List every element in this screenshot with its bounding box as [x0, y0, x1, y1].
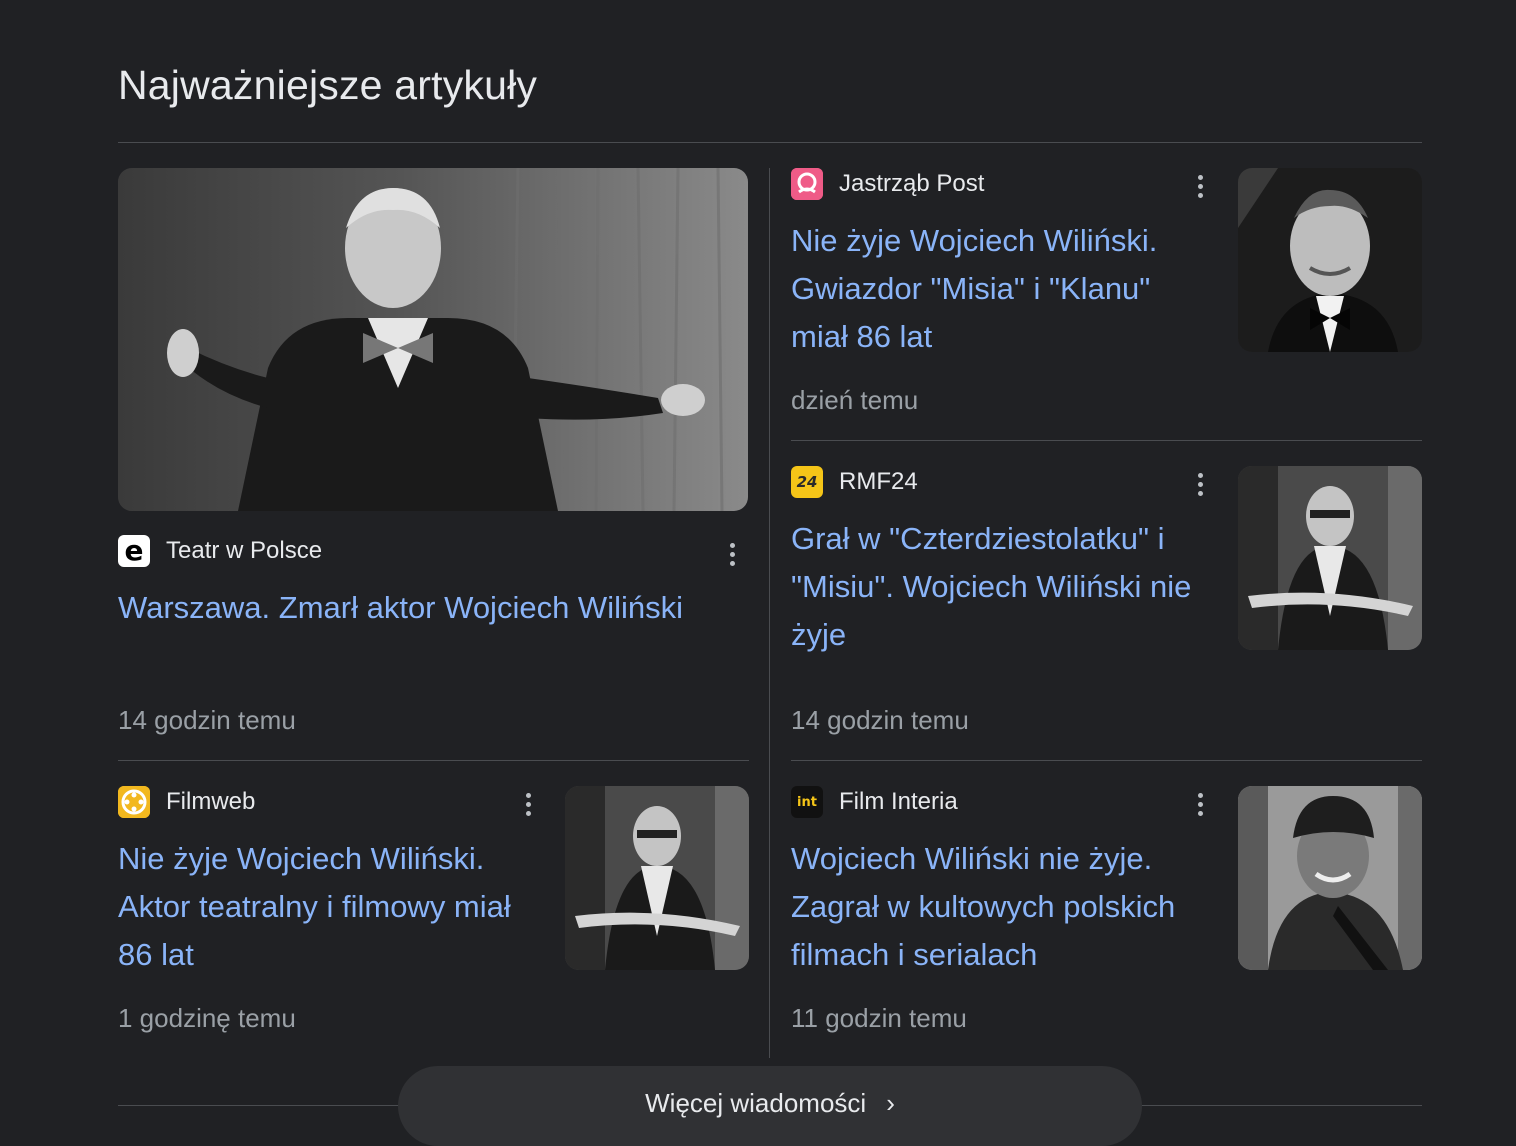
article-2-logo-text: 24: [796, 473, 818, 491]
article-2-time: 14 godzin temu: [791, 705, 969, 735]
headline-line: filmach i serialach: [791, 937, 1038, 972]
headline-line: Grał w "Czterdziestolatku" i: [791, 521, 1165, 556]
headline-line: Warszawa. Zmarł aktor Wojciech Wiliński: [118, 590, 683, 625]
article-3-headline[interactable]: Nie żyje Wojciech Wiliński. Aktor teatra…: [118, 835, 558, 979]
headline-line: Zagrał w kultowych polskich: [791, 889, 1176, 924]
teatr-w-polsce-logo-icon: e: [118, 535, 150, 567]
headline-line: miał 86 lat: [791, 319, 933, 354]
headline-line: Nie żyje Wojciech Wiliński.: [118, 841, 485, 876]
film-interia-logo-icon: int: [791, 786, 823, 818]
article-1-image[interactable]: [1238, 168, 1422, 352]
article-1-source[interactable]: Jastrząb Post: [791, 168, 984, 200]
article-4-source[interactable]: int Film Interia: [791, 786, 958, 818]
article-1-time: dzień temu: [791, 385, 919, 415]
article-0-logo-text: e: [124, 535, 144, 567]
headline-line: Aktor teatralny i filmowy miał: [118, 889, 511, 924]
more-news-label: Więcej wiadomości: [645, 1088, 867, 1118]
headline-line: 86 lat: [118, 937, 194, 972]
article-4-more-vert-icon[interactable]: [1188, 788, 1212, 820]
article-3-more-vert-icon[interactable]: [516, 788, 540, 820]
row-divider-right-1: [791, 440, 1422, 441]
article-3-image[interactable]: [565, 786, 749, 970]
article-2-more-vert-icon[interactable]: [1188, 468, 1212, 500]
article-1-more-vert-icon[interactable]: [1188, 170, 1212, 202]
article-1-headline[interactable]: Nie żyje Wojciech Wiliński. Gwiazdor "Mi…: [791, 217, 1221, 361]
article-4-source-name: Film Interia: [839, 788, 958, 815]
headline-line: Gwiazdor "Misia" i "Klanu": [791, 271, 1151, 306]
article-3-source[interactable]: Filmweb: [118, 786, 255, 818]
headline-line: Nie żyje Wojciech Wiliński.: [791, 223, 1158, 258]
article-2-source-name: RMF24: [839, 468, 918, 495]
filmweb-logo-icon: [118, 786, 150, 818]
article-3-source-name: Filmweb: [166, 788, 256, 815]
article-0-headline[interactable]: Warszawa. Zmarł aktor Wojciech Wiliński: [118, 584, 738, 632]
article-4-image[interactable]: [1238, 786, 1422, 970]
row-divider-left: [118, 760, 749, 761]
headline-line: Wojciech Wiliński nie żyje.: [791, 841, 1153, 876]
chevron-right-icon: ›: [886, 1088, 895, 1118]
article-0-image[interactable]: [118, 168, 748, 511]
headline-line: żyje: [791, 617, 847, 652]
article-0-more-vert-icon[interactable]: [720, 538, 744, 570]
section-title: Najważniejsze artykuły: [118, 62, 538, 108]
column-divider: [769, 168, 770, 1058]
row-divider-right-2: [791, 760, 1422, 761]
article-0-source-name: Teatr w Polsce: [166, 537, 323, 564]
article-1-source-name: Jastrząb Post: [839, 170, 985, 197]
article-3-time: 1 godzinę temu: [118, 1003, 296, 1033]
title-divider: [118, 142, 1422, 143]
article-4-time: 11 godzin temu: [791, 1003, 967, 1033]
article-4-headline[interactable]: Wojciech Wiliński nie żyje. Zagrał w kul…: [791, 835, 1231, 979]
more-news-button[interactable]: Więcej wiadomości ›: [398, 1066, 1142, 1146]
article-0-source[interactable]: e Teatr w Polsce: [118, 535, 322, 567]
headline-line: "Misiu". Wojciech Wiliński nie: [791, 569, 1192, 604]
article-2-headline[interactable]: Grał w "Czterdziestolatku" i "Misiu". Wo…: [791, 515, 1231, 659]
article-4-logo-text: int: [797, 794, 817, 810]
article-0-time: 14 godzin temu: [118, 705, 296, 735]
article-2-source[interactable]: 24 RMF24: [791, 466, 918, 498]
jastrzab-post-logo-icon: [791, 168, 823, 200]
rmf24-logo-icon: 24: [791, 466, 823, 498]
article-2-image[interactable]: [1238, 466, 1422, 650]
